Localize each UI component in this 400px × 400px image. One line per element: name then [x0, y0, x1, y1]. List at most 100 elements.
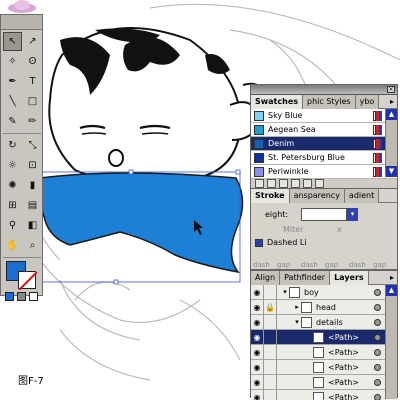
swatch-row[interactable]: Aegean Sea: [251, 123, 397, 137]
layer-name: boy: [304, 287, 319, 297]
lock-toggle-icon[interactable]: [264, 359, 277, 375]
lock-toggle-icon[interactable]: [264, 329, 277, 345]
paintbrush-tool-icon[interactable]: ✎: [3, 112, 22, 131]
line-tool-icon[interactable]: ╲: [3, 92, 22, 111]
selection-tool-icon[interactable]: ↖: [3, 32, 22, 51]
tab-graphic-styles[interactable]: phic Styles: [303, 95, 356, 109]
swatches-scrollbar[interactable]: ▲ ▼: [385, 109, 397, 177]
tab-stroke[interactable]: Stroke: [251, 189, 290, 203]
layer-row[interactable]: ◉ <Path>: [251, 344, 397, 360]
lock-toggle-icon[interactable]: [264, 314, 277, 330]
show-all-swatches-icon[interactable]: [255, 179, 264, 188]
panel-menu-icon[interactable]: ▸: [387, 95, 397, 108]
tab-layers[interactable]: Layers: [330, 271, 369, 285]
layers-panel: Align Pathfinder Layers ▸ ◉ ▾ boy ◉ 🔒 ▸ head ◉ ▾…: [250, 270, 398, 400]
target-icon[interactable]: [374, 289, 381, 296]
zoom-tool-icon[interactable]: ⌕: [23, 236, 42, 255]
show-pattern-swatches-icon[interactable]: [291, 179, 300, 188]
lock-toggle-icon[interactable]: [264, 389, 277, 400]
target-icon[interactable]: [374, 379, 381, 386]
swatch-chip: [254, 166, 264, 177]
target-icon[interactable]: [374, 319, 381, 326]
free-transform-tool-icon[interactable]: ⊡: [23, 156, 42, 175]
layer-row[interactable]: ◉ ▾ boy: [251, 284, 397, 300]
scroll-up-icon[interactable]: ▲: [386, 285, 397, 296]
lock-toggle-icon[interactable]: [264, 344, 277, 360]
eye-icon[interactable]: ◉: [251, 299, 264, 315]
swatch-name: St. Petersburg Blue: [268, 153, 345, 162]
target-icon[interactable]: [374, 334, 381, 341]
color-mode-icon[interactable]: [5, 292, 14, 301]
expand-triangle-icon[interactable]: ▾: [281, 288, 289, 296]
tab-align[interactable]: Align: [251, 271, 281, 285]
blend-tool-icon[interactable]: ◧: [23, 216, 42, 235]
eye-icon[interactable]: ◉: [251, 284, 264, 300]
eye-icon[interactable]: ◉: [251, 389, 264, 400]
expand-triangle-icon[interactable]: ▸: [293, 303, 301, 311]
swatch-row[interactable]: Denim: [251, 137, 397, 151]
weight-input[interactable]: [301, 208, 347, 221]
eye-icon[interactable]: ◉: [251, 359, 264, 375]
swatches-titlebar[interactable]: ×: [251, 85, 397, 95]
scale-tool-icon[interactable]: ⤡: [23, 136, 42, 155]
eye-icon[interactable]: ◉: [251, 314, 264, 330]
weight-dropdown-icon[interactable]: ▾: [347, 208, 358, 221]
lock-toggle-icon[interactable]: [264, 284, 277, 300]
none-mode-icon[interactable]: [29, 292, 38, 301]
target-icon[interactable]: [374, 304, 381, 311]
delete-swatch-icon[interactable]: [315, 179, 324, 188]
tab-gradient[interactable]: adient: [344, 189, 380, 203]
target-icon[interactable]: [374, 364, 381, 371]
graph-tool-icon[interactable]: ▮: [23, 176, 42, 195]
type-tool-icon[interactable]: T: [23, 72, 42, 91]
layer-row[interactable]: ◉ <Path>: [251, 389, 397, 400]
lock-toggle-icon[interactable]: [264, 374, 277, 390]
eyedropper-tool-icon[interactable]: ⚲: [3, 216, 22, 235]
pen-tool-icon[interactable]: ✒: [3, 72, 22, 91]
layer-row[interactable]: ◉ ▾ details: [251, 314, 397, 330]
swatch-row[interactable]: Periwinkle: [251, 165, 397, 179]
eye-icon[interactable]: ◉: [251, 374, 264, 390]
mesh-tool-icon[interactable]: ⊞: [3, 196, 22, 215]
pencil-tool-icon[interactable]: ✏: [23, 112, 42, 131]
toolbox-titlebar[interactable]: [1, 15, 42, 30]
swatch-row[interactable]: Sky Blue: [251, 109, 397, 123]
tab-symbols[interactable]: ybo: [355, 95, 380, 109]
tab-pathfinder[interactable]: Pathfinder: [280, 271, 331, 285]
swatch-row[interactable]: St. Petersburg Blue: [251, 151, 397, 165]
swatch-chip: [254, 110, 264, 121]
close-icon[interactable]: ×: [387, 86, 395, 93]
gradient-tool-icon[interactable]: ▤: [23, 196, 42, 215]
gradient-mode-icon[interactable]: [17, 292, 26, 301]
show-gradient-swatches-icon[interactable]: [279, 179, 288, 188]
target-icon[interactable]: [374, 394, 381, 400]
warp-tool-icon[interactable]: ☼: [3, 156, 22, 175]
magic-wand-tool-icon[interactable]: ✧: [3, 52, 22, 71]
layer-row[interactable]: ◉ <Path>: [251, 329, 397, 345]
scroll-down-icon[interactable]: ▼: [386, 166, 397, 177]
new-swatch-icon[interactable]: [303, 179, 312, 188]
lasso-tool-icon[interactable]: ʘ: [23, 52, 42, 71]
swatch-name: Periwinkle: [268, 167, 309, 176]
rectangle-tool-icon[interactable]: □: [23, 92, 42, 111]
scroll-up-icon[interactable]: ▲: [386, 109, 397, 120]
target-icon[interactable]: [374, 349, 381, 356]
layers-scrollbar[interactable]: ▲: [385, 285, 397, 399]
layer-row[interactable]: ◉ 🔒 ▸ head: [251, 299, 397, 315]
layers-menu-icon[interactable]: ▸: [387, 271, 397, 284]
dashed-line-checkbox[interactable]: [255, 239, 263, 247]
eye-icon[interactable]: ◉: [251, 344, 264, 360]
rotate-tool-icon[interactable]: ↻: [3, 136, 22, 155]
tab-transparency[interactable]: ansparency: [289, 189, 345, 203]
expand-triangle-icon[interactable]: ▾: [293, 318, 301, 326]
tab-swatches[interactable]: Swatches: [251, 95, 303, 109]
show-color-swatches-icon[interactable]: [267, 179, 276, 188]
stroke-color-swatch[interactable]: [18, 271, 38, 291]
lock-toggle-icon[interactable]: 🔒: [264, 299, 277, 315]
eye-icon[interactable]: ◉: [251, 329, 264, 345]
hand-tool-icon[interactable]: ✋: [3, 236, 22, 255]
direct-selection-tool-icon[interactable]: ↗: [23, 32, 42, 51]
layer-row[interactable]: ◉ <Path>: [251, 374, 397, 390]
layer-row[interactable]: ◉ <Path>: [251, 359, 397, 375]
symbol-sprayer-tool-icon[interactable]: ✺: [3, 176, 22, 195]
